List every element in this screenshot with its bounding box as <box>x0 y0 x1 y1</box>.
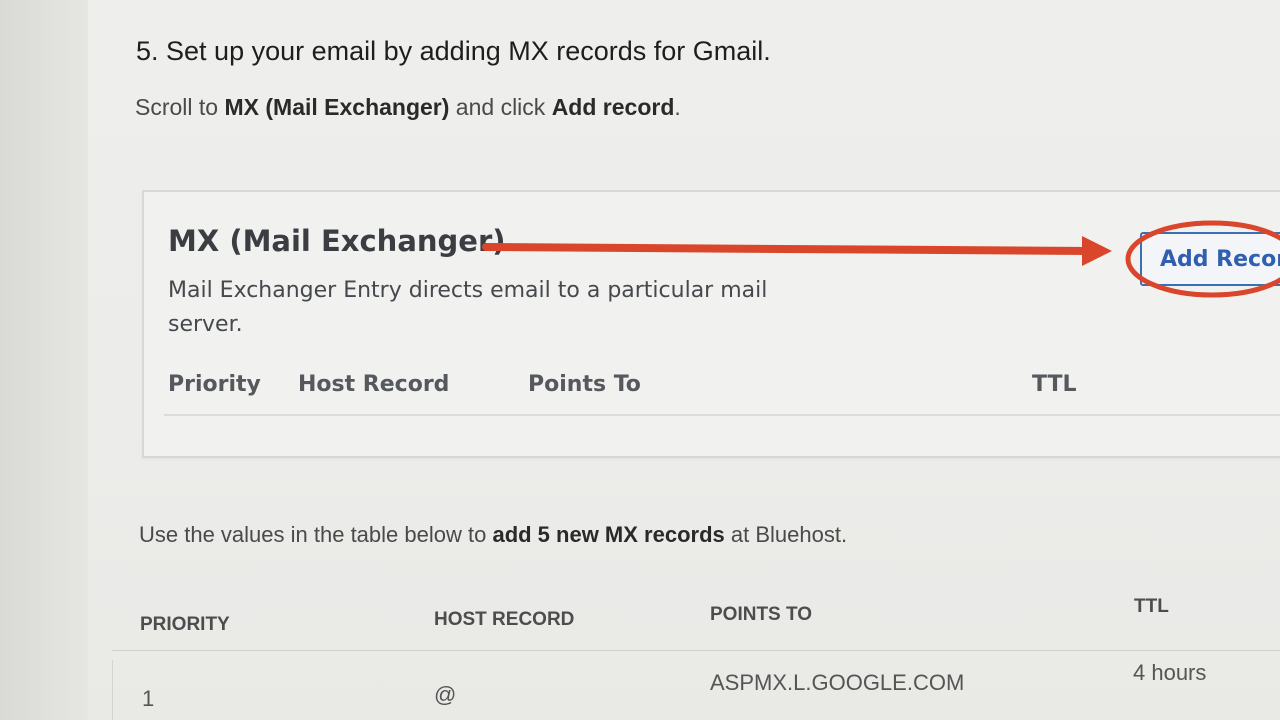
add-record-button[interactable]: Add Record <box>1140 232 1280 286</box>
mx-card-title: MX (Mail Exchanger) <box>168 224 506 258</box>
values-intro-pre: Use the values in the table below to <box>139 522 493 547</box>
step-title: 5. Set up your email by adding MX record… <box>136 36 771 66</box>
table-row-border <box>112 660 113 720</box>
mx-col-priority: Priority <box>168 372 261 397</box>
values-intro-bold: add 5 new MX records <box>492 522 725 547</box>
step-subtitle-post: . <box>674 94 681 120</box>
mx-col-host-record: Host Record <box>298 372 450 397</box>
table-cell-ttl: 4 hours <box>1133 660 1207 685</box>
table-header-host-record: HOST RECORD <box>434 609 575 630</box>
table-header-priority: PRIORITY <box>140 614 230 635</box>
table-cell-host-record: @ <box>434 682 457 707</box>
step-subtitle-mid: and click <box>449 94 552 120</box>
step-subtitle-add-record: Add record <box>551 94 675 120</box>
table-header-points-to: POINTS TO <box>710 604 813 625</box>
step-subtitle: Scroll to MX (Mail Exchanger) and click … <box>135 94 681 121</box>
mx-card-divider <box>164 414 1280 416</box>
mx-card-description: Mail Exchanger Entry directs email to a … <box>168 278 768 337</box>
mx-col-ttl: TTL <box>1032 372 1077 397</box>
table-header-divider <box>112 650 1280 651</box>
step-subtitle-pre: Scroll to <box>135 94 225 120</box>
values-intro-post: at Bluehost. <box>724 522 848 547</box>
mx-col-points-to: Points To <box>528 372 641 397</box>
table-cell-points-to: ASPMX.L.GOOGLE.COM <box>710 670 965 695</box>
values-intro: Use the values in the table below to add… <box>139 522 847 548</box>
step-subtitle-mx: MX (Mail Exchanger) <box>224 94 450 120</box>
table-cell-priority: 1 <box>142 686 155 711</box>
table-header-ttl: TTL <box>1134 596 1169 617</box>
left-gutter <box>0 0 89 720</box>
